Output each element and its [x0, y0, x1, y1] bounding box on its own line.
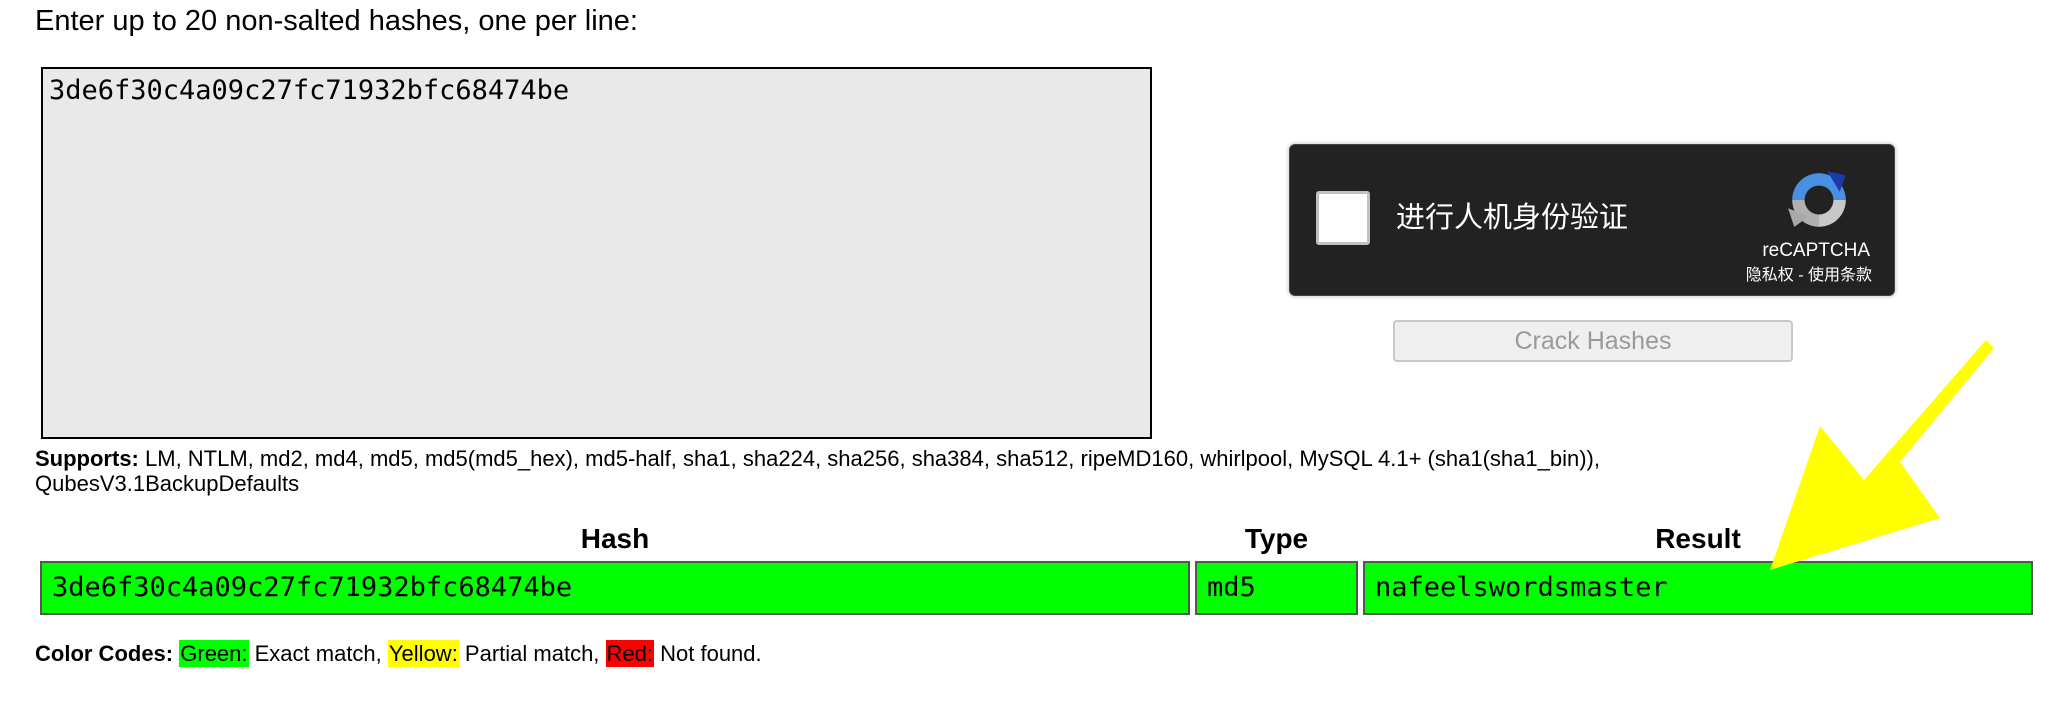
- recaptcha-brand: reCAPTCHA: [1762, 240, 1870, 261]
- recaptcha-label: 进行人机身份验证: [1396, 202, 1629, 234]
- red-desc: Not found.: [654, 641, 762, 666]
- supported-formats: Supports: LM, NTLM, md2, md4, md5, md5(m…: [35, 446, 1865, 496]
- result-hash-cell: 3de6f30c4a09c27fc71932bfc68474be: [40, 561, 1190, 615]
- recaptcha-widget: 进行人机身份验证 reCAPTCHA 隐私权 - 使用条款: [1289, 144, 1895, 296]
- color-codes-label: Color Codes:: [35, 641, 174, 666]
- terms-link[interactable]: 使用条款: [1808, 267, 1872, 284]
- page: Enter up to 20 non-salted hashes, one pe…: [0, 0, 2066, 712]
- column-header-result: Result: [1655, 523, 1741, 554]
- hash-input[interactable]: 3de6f30c4a09c27fc71932bfc68474be: [41, 67, 1152, 439]
- crack-hashes-button[interactable]: Crack Hashes: [1393, 320, 1793, 362]
- red-swatch: Red:: [605, 640, 655, 667]
- result-value-cell: nafeelswordsmaster: [1363, 561, 2033, 615]
- yellow-desc: Partial match,: [458, 641, 606, 666]
- column-header-hash: Hash: [580, 523, 650, 554]
- recaptcha-links: 隐私权 - 使用条款: [1746, 266, 1872, 286]
- green-desc: Exact match,: [248, 641, 388, 666]
- instructions-text: Enter up to 20 non-salted hashes, one pe…: [35, 5, 638, 37]
- column-header-type: Type: [1244, 523, 1309, 554]
- supports-label: Supports:: [35, 446, 139, 471]
- recaptcha-logo-icon: [1788, 171, 1846, 227]
- privacy-link[interactable]: 隐私权: [1746, 267, 1794, 284]
- yellow-swatch: Yellow:: [387, 640, 459, 667]
- supports-list: LM, NTLM, md2, md4, md5, md5(md5_hex), m…: [35, 446, 1600, 496]
- color-codes-legend: Color Codes: Green: Exact match, Yellow:…: [35, 640, 762, 668]
- result-type-cell: md5: [1195, 561, 1358, 615]
- recaptcha-checkbox[interactable]: [1316, 191, 1370, 245]
- green-swatch: Green:: [179, 640, 249, 667]
- link-separator: -: [1793, 267, 1808, 284]
